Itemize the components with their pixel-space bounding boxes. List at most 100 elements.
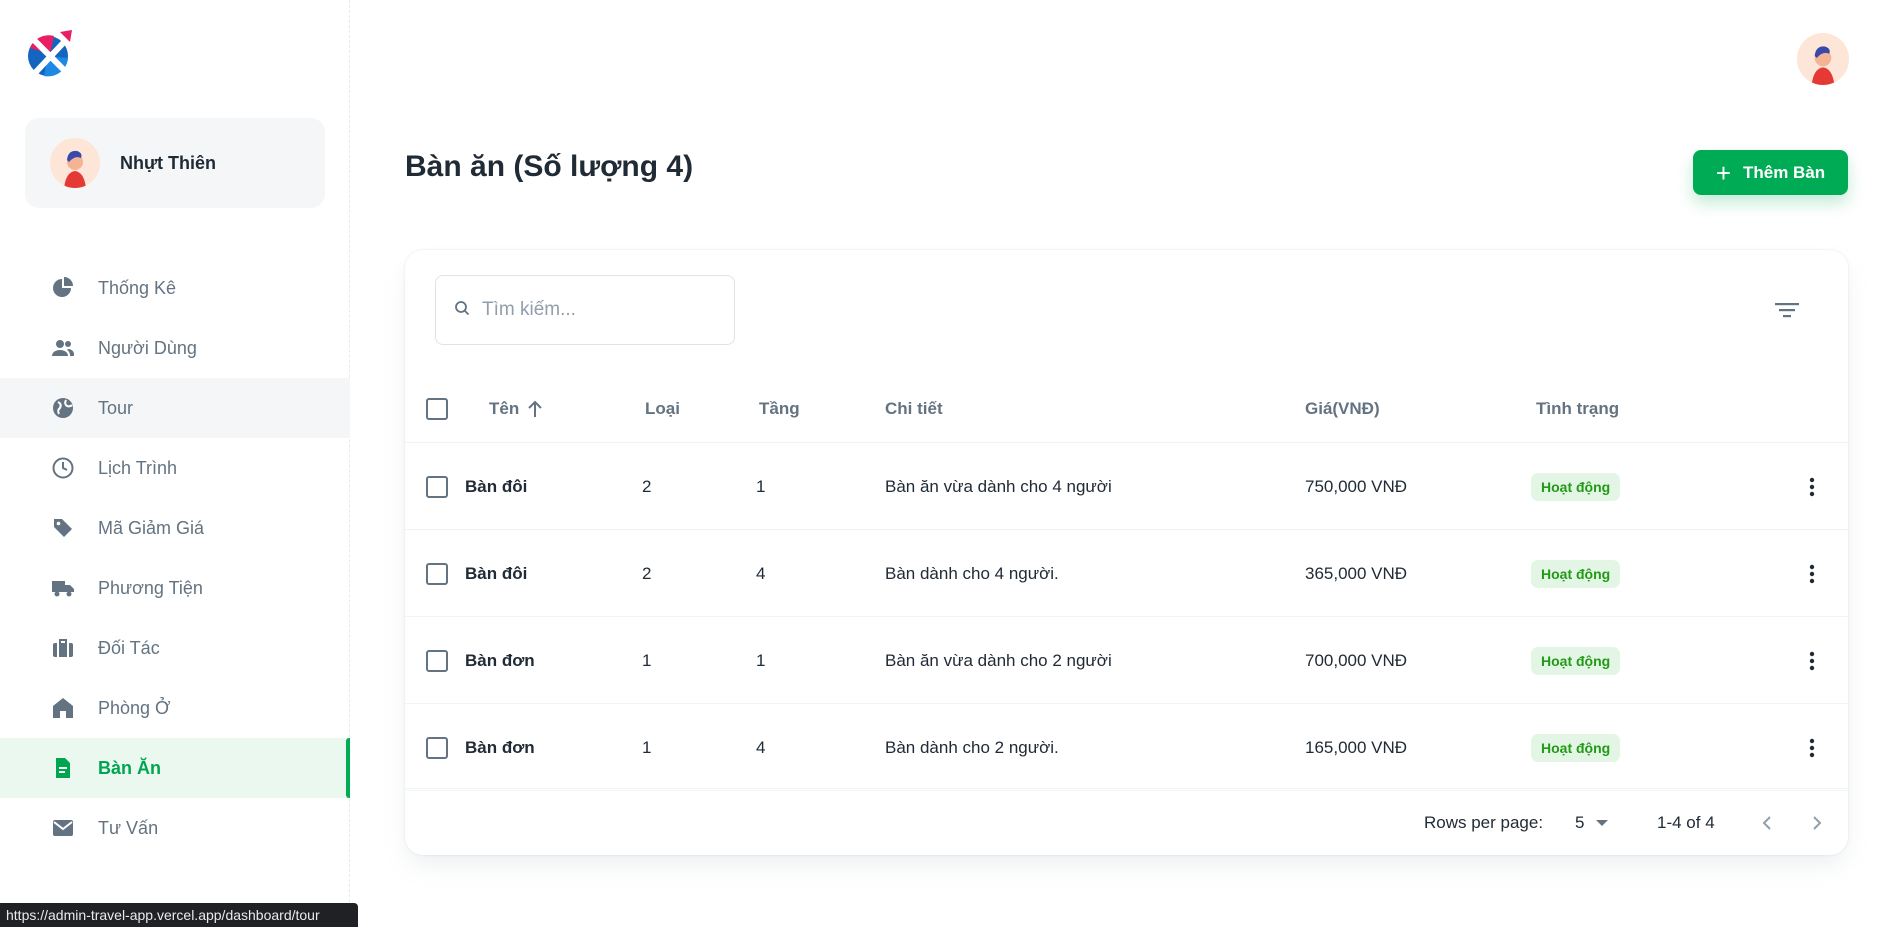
sidebar-item-tour[interactable]: Tour: [0, 378, 350, 438]
home-icon: [50, 695, 76, 721]
cell-price: 365,000 VNĐ: [1305, 564, 1408, 583]
document-icon: [50, 755, 76, 781]
sidebar-item-nguoi-dung[interactable]: Người Dùng: [0, 318, 350, 378]
sidebar-nav: Thống Kê Người Dùng Tour Lịch Trình Mã G…: [0, 258, 350, 858]
cell-detail: Bàn dành cho 2 người.: [885, 738, 1059, 757]
more-vertical-icon: [1809, 651, 1815, 671]
cell-price: 700,000 VNĐ: [1305, 651, 1408, 670]
rows-per-page-value: 5: [1575, 812, 1585, 832]
row-checkbox[interactable]: [426, 737, 448, 759]
column-header-detail[interactable]: Chi tiết: [885, 399, 943, 419]
account-name: Nhựt Thiên: [120, 152, 217, 173]
cell-type: 1: [642, 738, 652, 757]
cell-name: Bàn đơn: [465, 651, 535, 670]
status-badge: Hoạt động: [1531, 734, 1621, 762]
search-icon: [454, 300, 470, 321]
sidebar-item-ma-giam-gia[interactable]: Mã Giảm Giá: [0, 498, 350, 558]
cell-type: 2: [642, 477, 652, 496]
status-badge: Hoạt động: [1531, 560, 1621, 588]
cell-price: 750,000 VNĐ: [1305, 477, 1408, 496]
account-card[interactable]: Nhựt Thiên: [25, 118, 325, 208]
cell-type: 1: [642, 651, 652, 670]
next-page-button[interactable]: [1803, 809, 1831, 837]
rows-per-page-select[interactable]: 5: [1575, 789, 1609, 855]
sidebar-item-lich-trinh[interactable]: Lịch Trình: [0, 438, 350, 498]
column-header-name-label: Tên: [489, 398, 520, 418]
caret-down-icon: [1596, 819, 1609, 826]
more-vertical-icon: [1809, 738, 1815, 758]
status-badge: Hoạt động: [1531, 647, 1621, 675]
filter-list-icon: [1775, 303, 1799, 318]
arrow-up-icon: [528, 400, 542, 417]
previous-page-button[interactable]: [1753, 809, 1781, 837]
filter-list-button[interactable]: [1770, 293, 1804, 327]
sidebar-item-label: Lịch Trình: [98, 457, 178, 478]
row-more-button[interactable]: [1798, 560, 1826, 588]
row-more-button[interactable]: [1798, 473, 1826, 501]
search-input[interactable]: [482, 299, 712, 321]
column-header-status[interactable]: Tình trạng: [1536, 399, 1619, 419]
column-header-price[interactable]: Giá(VNĐ): [1305, 399, 1380, 419]
avatar: [50, 138, 100, 188]
sidebar-item-label: Tour: [98, 397, 134, 418]
cell-name: Bàn đơn: [465, 738, 535, 757]
chevron-right-icon: [1813, 816, 1822, 830]
truck-icon: [50, 575, 76, 601]
cell-price: 165,000 VNĐ: [1305, 738, 1408, 757]
more-vertical-icon: [1809, 477, 1815, 497]
cell-type: 2: [642, 564, 652, 583]
app-logo[interactable]: [24, 28, 76, 80]
table-row[interactable]: Bàn đôi 2 1 Bàn ăn vừa dành cho 4 người …: [405, 444, 1848, 530]
cell-detail: Bàn dành cho 4 người.: [885, 564, 1059, 583]
sidebar-item-label: Người Dùng: [98, 337, 197, 358]
cell-floor: 1: [756, 651, 766, 670]
sidebar-item-tu-van[interactable]: Tư Vấn: [0, 798, 350, 858]
cell-detail: Bàn ăn vừa dành cho 4 người: [885, 477, 1112, 496]
sidebar-item-phong-o[interactable]: Phòng Ở: [0, 678, 350, 738]
column-header-floor[interactable]: Tầng: [759, 399, 800, 419]
row-checkbox[interactable]: [426, 476, 448, 498]
sidebar-item-label: Đối Tác: [98, 637, 160, 658]
table-pagination: Rows per page: 5 1-4 of 4: [405, 788, 1848, 855]
search-box[interactable]: [435, 275, 735, 345]
sidebar-item-label: Tư Vấn: [98, 817, 159, 838]
column-header-name[interactable]: Tên: [489, 399, 543, 419]
header-avatar[interactable]: [1797, 33, 1849, 85]
pagination-range: 1-4 of 4: [1657, 813, 1715, 832]
cell-floor: 4: [756, 738, 766, 757]
sidebar-item-ban-an[interactable]: Bàn Ăn: [0, 738, 350, 798]
people-icon: [50, 335, 76, 361]
table-row[interactable]: Bàn đơn 1 4 Bàn dành cho 2 người. 165,00…: [405, 705, 1848, 791]
sidebar: Nhựt Thiên Thống Kê Người Dùng Tour Lịch…: [0, 0, 350, 927]
sidebar-item-label: Phương Tiện: [98, 577, 203, 598]
row-checkbox[interactable]: [426, 650, 448, 672]
table-row[interactable]: Bàn đơn 1 1 Bàn ăn vừa dành cho 2 người …: [405, 618, 1848, 704]
column-header-type[interactable]: Loại: [645, 399, 680, 419]
sidebar-item-doi-tac[interactable]: Đối Tác: [0, 618, 350, 678]
tag-icon: [50, 515, 76, 541]
sidebar-item-thong-ke[interactable]: Thống Kê: [0, 258, 350, 318]
pie-chart-icon: [50, 275, 76, 301]
cell-detail: Bàn ăn vừa dành cho 2 người: [885, 651, 1112, 670]
more-vertical-icon: [1809, 564, 1815, 584]
row-checkbox[interactable]: [426, 563, 448, 585]
plus-icon: +: [1715, 157, 1731, 188]
add-table-label: Thêm Bàn: [1743, 162, 1826, 182]
sidebar-item-label: Bàn Ăn: [98, 757, 161, 778]
rows-per-page-label: Rows per page:: [1424, 813, 1544, 832]
cell-name: Bàn đôi: [465, 564, 528, 583]
row-more-button[interactable]: [1798, 647, 1826, 675]
table-row[interactable]: Bàn đôi 2 4 Bàn dành cho 4 người. 365,00…: [405, 531, 1848, 617]
add-table-button[interactable]: + Thêm Bàn: [1693, 150, 1848, 195]
tables-card: Tên Loại Tầng Chi tiết Giá(VNĐ) Tình trạ…: [405, 250, 1848, 855]
select-all-checkbox[interactable]: [426, 398, 448, 420]
cell-name: Bàn đôi: [465, 477, 528, 496]
sidebar-item-label: Thống Kê: [98, 277, 177, 298]
sidebar-item-phuong-tien[interactable]: Phương Tiện: [0, 558, 350, 618]
browser-status-url: https://admin-travel-app.vercel.app/dash…: [0, 903, 358, 927]
table-header: Tên Loại Tầng Chi tiết Giá(VNĐ) Tình trạ…: [405, 375, 1848, 443]
clock-icon: [50, 455, 76, 481]
sidebar-item-label: Mã Giảm Giá: [98, 517, 205, 538]
cell-floor: 4: [756, 564, 766, 583]
row-more-button[interactable]: [1798, 734, 1826, 762]
